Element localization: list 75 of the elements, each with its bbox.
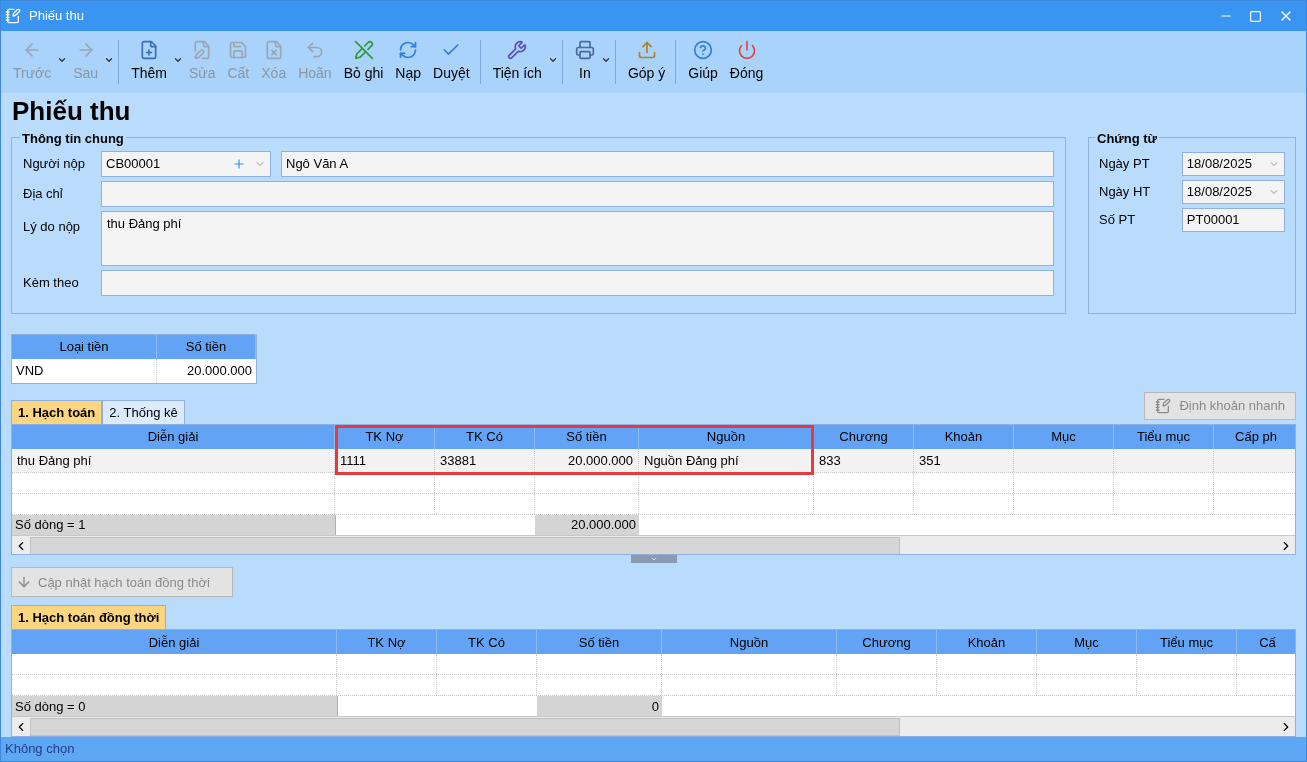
notebook-icon xyxy=(1155,398,1172,414)
reason-field[interactable]: thu Đảng phí xyxy=(101,211,1054,266)
help-icon xyxy=(693,40,714,60)
edit-file-icon xyxy=(192,40,213,60)
table-cell: 33881 xyxy=(435,449,535,472)
add-file-icon xyxy=(139,40,160,60)
table-cell: Nguồn Đảng phí xyxy=(639,449,814,472)
printer-icon xyxy=(574,40,595,60)
field-label: Lý do nộp xyxy=(23,218,82,236)
tab[interactable]: 2. Thống kê xyxy=(102,400,185,424)
toolbar-button[interactable]: Đóng xyxy=(723,40,770,84)
plus-icon[interactable] xyxy=(232,157,246,171)
status-text: Không chọn xyxy=(5,740,75,759)
table-cell: VND xyxy=(12,359,157,383)
column-header[interactable]: Diễn giải xyxy=(12,630,337,655)
column-header: Loại tiền xyxy=(12,335,157,359)
column-header[interactable]: Khoản xyxy=(937,630,1037,655)
refresh-icon xyxy=(398,40,419,60)
tools-icon xyxy=(507,40,528,60)
field-label: Người nộp xyxy=(23,155,87,174)
caret-icon[interactable] xyxy=(172,55,183,65)
column-header[interactable]: Cấ xyxy=(1237,630,1295,655)
number-field[interactable]: PT00001 xyxy=(1181,208,1285,232)
row-count: Số dòng = 0 xyxy=(12,696,337,717)
field-label: Số PT xyxy=(1099,211,1137,230)
toolbar-button[interactable]: Giúp xyxy=(682,40,724,84)
caret-icon[interactable] xyxy=(547,55,558,65)
toolbar-button[interactable]: Tiện ích xyxy=(486,40,548,84)
payer-name-field[interactable]: Ngô Văn A xyxy=(281,151,1054,177)
upload-icon xyxy=(636,40,657,60)
field-label: Ngày PT xyxy=(1099,155,1151,174)
toolbar-button[interactable]: Bỏ ghi xyxy=(337,40,390,84)
column-header[interactable]: Mục xyxy=(1037,630,1137,655)
horizontal-scrollbar[interactable] xyxy=(12,716,1295,736)
field-label: Ngày HT xyxy=(1099,183,1152,202)
table-cell: 1111 xyxy=(335,449,435,472)
column-header[interactable]: TK Nợ xyxy=(337,630,437,655)
table-cell: 20.000.000 xyxy=(535,449,639,472)
attachment-field[interactable] xyxy=(101,270,1054,296)
app-icon xyxy=(5,8,21,24)
toolbar-button[interactable]: In xyxy=(568,40,601,84)
caret-icon[interactable] xyxy=(600,55,611,65)
column-header[interactable]: Nguồn xyxy=(662,630,837,655)
date-picker[interactable]: 18/08/2025 xyxy=(1181,152,1285,176)
total-amount: 0 xyxy=(537,696,662,717)
row-count: Số dòng = 1 xyxy=(12,515,335,535)
maximize-icon[interactable] xyxy=(1249,9,1262,23)
column-header: Số tiền xyxy=(157,335,256,359)
table-cell: 833 xyxy=(814,449,914,472)
column-header[interactable]: Chương xyxy=(837,630,937,655)
toolbar-button[interactable]: Góp ý xyxy=(621,40,672,84)
date-picker[interactable]: 18/08/2025 xyxy=(1181,180,1285,204)
tab[interactable]: 1. Hạch toán xyxy=(11,400,103,424)
column-header[interactable]: TK Có xyxy=(437,630,537,655)
toolbar-button[interactable]: Duyệt xyxy=(427,40,476,84)
table-cell: thu Đảng phí xyxy=(12,449,335,472)
pen-cross-icon xyxy=(353,40,374,60)
tab[interactable]: 1. Hạch toán đồng thời xyxy=(11,605,167,630)
table-cell: 351 xyxy=(914,449,1014,472)
address-field[interactable] xyxy=(101,181,1054,207)
payer-code-combo[interactable]: CB00001 xyxy=(101,151,271,177)
power-icon xyxy=(736,40,757,60)
undo-icon xyxy=(304,40,325,60)
column-header[interactable]: Tiểu mục xyxy=(1137,630,1237,655)
toolbar-button[interactable]: Nạp xyxy=(389,40,428,84)
splitter-handle[interactable] xyxy=(630,555,677,564)
field-label: Địa chỉ xyxy=(23,185,64,204)
total-amount: 20.000.000 xyxy=(535,515,639,535)
table-cell-text: 20.000.000 xyxy=(185,362,253,381)
window-title: Phiếu thu xyxy=(29,7,84,26)
form-heading: Phiếu thu xyxy=(11,94,132,128)
horizontal-scrollbar[interactable] xyxy=(12,535,1295,555)
column-header[interactable]: Số tiền xyxy=(537,630,662,655)
toolbar-button[interactable]: Thêm xyxy=(125,40,173,84)
field-label: Kèm theo xyxy=(23,274,80,293)
